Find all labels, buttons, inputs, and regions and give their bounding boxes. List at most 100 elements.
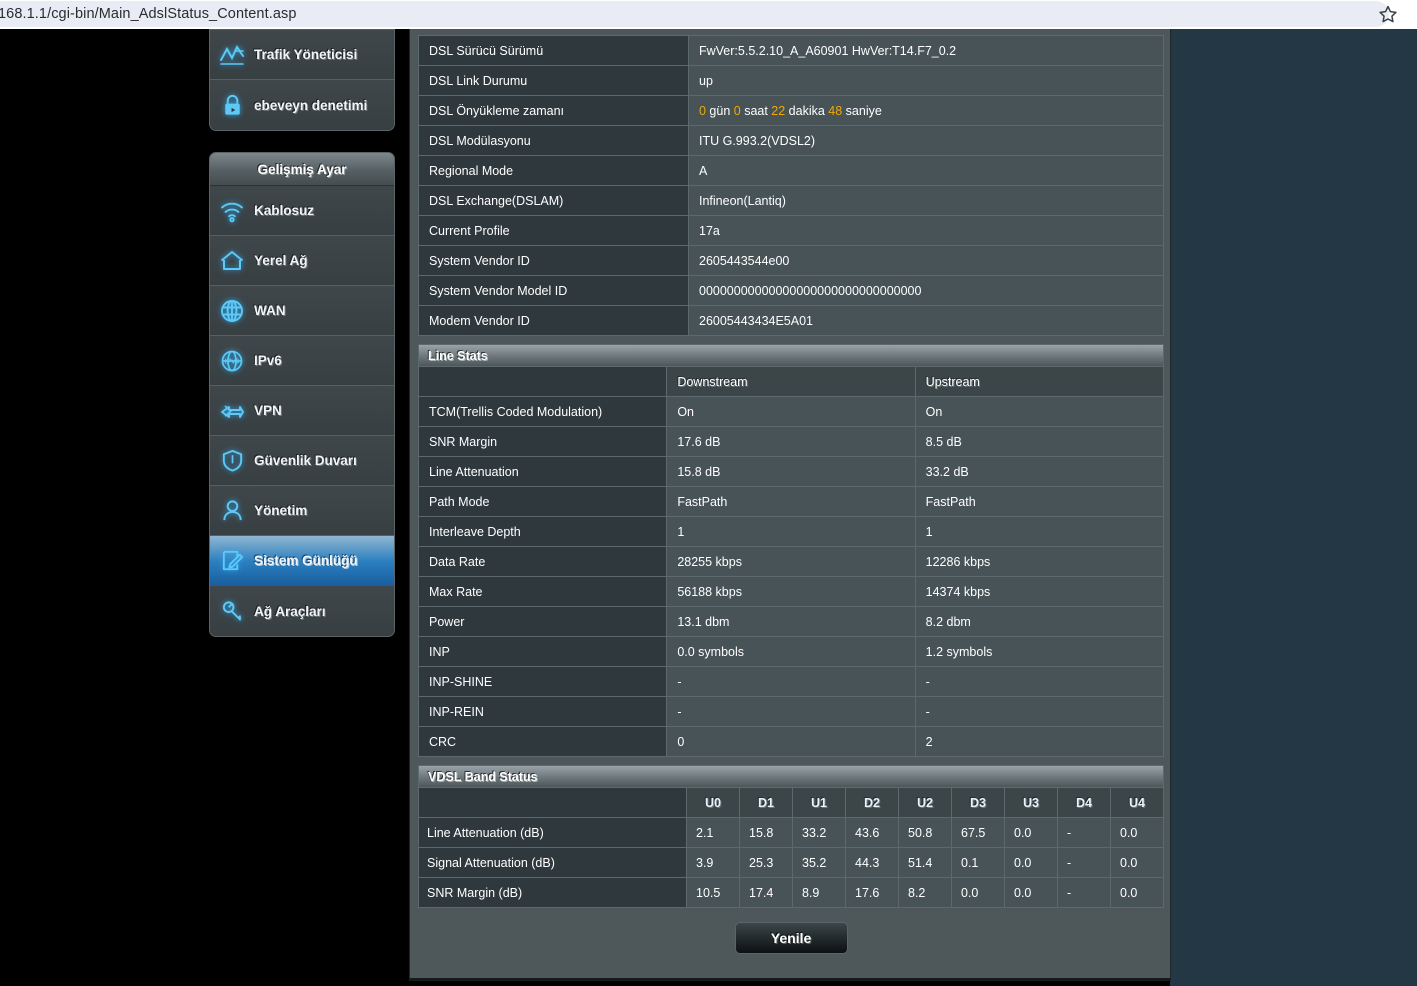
band-value: - (1057, 847, 1111, 878)
band-value: 10.5 (686, 877, 740, 908)
line-stats-downstream-value: 17.6 dB (666, 426, 916, 457)
table-row: Regional Mode A (418, 155, 1164, 186)
footer-actions: Yenile (418, 914, 1164, 962)
table-row: TCM(Trellis Coded Modulation) On On (417, 396, 1165, 427)
line-stats-upstream-value: 8.5 dB (914, 426, 1165, 457)
page-background-right (1170, 29, 1417, 986)
line-stats-upstream-value: 2 (914, 726, 1165, 757)
line-stats-upstream-value: FastPath (914, 486, 1165, 517)
band-row-label: SNR Margin (dB) (418, 877, 687, 908)
dsl-info-label: DSL Link Durumu (418, 65, 689, 96)
line-stats-label: Interleave Depth (417, 516, 668, 547)
band-value: 33.2 (792, 817, 846, 848)
table-row: Data Rate 28255 kbps 12286 kbps (417, 546, 1165, 577)
sidebar-nav: Trafik Yöneticisi ebeveyn denetimi Geliş… (209, 29, 395, 986)
table-row: DSL Modülasyonu ITU G.993.2(VDSL2) (418, 125, 1164, 156)
sidebar-item-label: ebeveyn denetimi (254, 97, 368, 113)
sidebar-item-yonetim[interactable]: Yönetim (210, 486, 394, 536)
line-stats-upstream-value: 8.2 dbm (914, 606, 1165, 637)
line-stats-downstream-value: On (666, 396, 916, 427)
shield-icon (210, 448, 254, 473)
dsl-info-value: ITU G.993.2(VDSL2) (688, 125, 1164, 156)
home-icon (210, 248, 254, 274)
sidebar-item-kablosuz[interactable]: Kablosuz (210, 186, 394, 236)
dsl-info-label: Regional Mode (418, 155, 689, 186)
dsl-info-table: DSL Sürücü Sürümü FwVer:5.5.2.10_A_A60901… (418, 35, 1164, 336)
band-value: 0.0 (1004, 847, 1058, 878)
band-value: 17.6 (845, 877, 899, 908)
sidebar-item-sistem-gunlugu[interactable]: Sistem Günlüğü (210, 536, 394, 586)
band-blank-header (418, 787, 687, 818)
sidebar-item-label: Ağ Araçları (254, 603, 326, 619)
star-icon[interactable] (1378, 4, 1398, 24)
line-stats-section-header: Line Stats (418, 344, 1164, 366)
band-value: 50.8 (898, 817, 952, 848)
line-stats-downstream-value: 28255 kbps (666, 546, 916, 577)
table-row: DSL Exchange(DSLAM) Infineon(Lantiq) (418, 185, 1164, 216)
table-row: Line Attenuation 15.8 dB 33.2 dB (417, 456, 1165, 487)
band-value: 0.0 (1004, 817, 1058, 848)
line-stats-upstream-value: - (914, 696, 1165, 727)
traffic-chart-icon (210, 42, 254, 68)
band-value: 44.3 (845, 847, 899, 878)
sidebar-item-label: Trafik Yöneticisi (254, 47, 358, 62)
band-value: 0.0 (1110, 877, 1164, 908)
dsl-info-label: System Vendor Model ID (418, 275, 689, 306)
sidebar-item-vpn[interactable]: VPN (210, 386, 394, 436)
line-stats-upstream-value: On (914, 396, 1165, 427)
sidebar-item-ebeveyn-denetimi[interactable]: ebeveyn denetimi (210, 80, 394, 130)
table-row: Current Profile 17a (418, 215, 1164, 246)
vdsl-band-section-header: VDSL Band Status (418, 765, 1164, 787)
line-stats-downstream-value: 0 (666, 726, 916, 757)
dsl-info-label: DSL Sürücü Sürümü (418, 35, 689, 66)
line-stats-blank-header (417, 366, 668, 397)
line-stats-label: Path Mode (417, 486, 668, 517)
line-stats-label: Line Attenuation (417, 456, 668, 487)
band-row-label: Line Attenuation (dB) (418, 817, 687, 848)
band-value: 17.4 (739, 877, 793, 908)
line-stats-title: Line Stats (428, 348, 488, 363)
dsl-info-value: 26005443434E5A01 (688, 305, 1164, 336)
line-stats-upstream-value: 33.2 dB (914, 456, 1165, 487)
dsl-info-value: FwVer:5.5.2.10_A_A60901 HwVer:T14.F7_0.2 (688, 35, 1164, 66)
table-row: INP-REIN - - (417, 696, 1165, 727)
band-header-u4: U4 (1110, 787, 1164, 818)
refresh-button[interactable]: Yenile (734, 922, 848, 954)
line-stats-label: INP (417, 636, 668, 667)
line-stats-label: INP-REIN (417, 696, 668, 727)
sidebar-item-guvenlik-duvari[interactable]: Güvenlik Duvarı (210, 436, 394, 486)
log-edit-icon (210, 548, 254, 573)
sidebar-item-label: Kablosuz (254, 203, 315, 218)
sidebar-item-label: Sistem Günlüğü (254, 553, 358, 568)
line-stats-downstream-value: 15.8 dB (666, 456, 916, 487)
vpn-key-icon (210, 398, 254, 424)
vdsl-band-title: VDSL Band Status (428, 769, 538, 784)
sidebar-item-label: IPv6 (254, 353, 282, 368)
sidebar-group-header-advanced: Gelişmiş Ayar (210, 153, 394, 186)
band-value: 43.6 (845, 817, 899, 848)
table-row: DSL Önyükleme zamanı 0 gün 0 saat 22 daki… (418, 95, 1164, 126)
table-row: DSL Sürücü Sürümü FwVer:5.5.2.10_A_A60901… (418, 35, 1164, 66)
line-stats-downstream-value: - (666, 696, 916, 727)
address-bar[interactable]: 168.1.1/cgi-bin/Main_AdslStatus_Content.… (0, 1, 1389, 27)
band-header-d1: D1 (739, 787, 793, 818)
band-value: 0.0 (1110, 847, 1164, 878)
sidebar-group-advanced: Gelişmiş Ayar Kablosuz Yerel Ağ WAN IPv6… (209, 152, 395, 637)
line-stats-downstream-header: Downstream (666, 366, 916, 397)
sidebar-item-trafik-yoneticisi[interactable]: Trafik Yöneticisi (210, 30, 394, 80)
table-row: DSL Link Durumu up (418, 65, 1164, 96)
band-header-d4: D4 (1057, 787, 1111, 818)
sidebar-item-ag-araclari[interactable]: Ağ Araçları (210, 586, 394, 636)
sidebar-item-yerel-ag[interactable]: Yerel Ağ (210, 236, 394, 286)
dsl-info-value: Infineon(Lantiq) (688, 185, 1164, 216)
sidebar-item-wan[interactable]: WAN (210, 286, 394, 336)
line-stats-downstream-value: 0.0 symbols (666, 636, 916, 667)
sidebar-item-label: VPN (254, 403, 282, 418)
table-row: Line Attenuation (dB) 2.1 15.8 33.2 43.6 50.8… (418, 817, 1164, 848)
table-header-row: Downstream Upstream (417, 366, 1165, 397)
sidebar-item-ipv6[interactable]: IPv6 IPv6 (210, 336, 394, 386)
band-value: 0.0 (1110, 817, 1164, 848)
dsl-info-value: up (688, 65, 1164, 96)
band-header-u1: U1 (792, 787, 846, 818)
content-panel: DSL Sürücü Sürümü FwVer:5.5.2.10_A_A60901… (409, 29, 1171, 981)
